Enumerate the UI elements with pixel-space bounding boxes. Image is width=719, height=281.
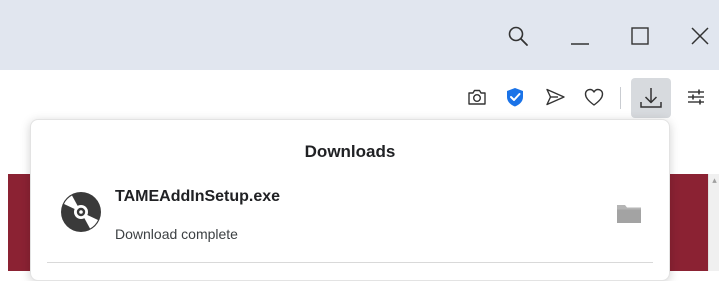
minimize-icon	[571, 43, 589, 45]
downloads-title: Downloads	[304, 142, 396, 161]
file-name[interactable]: TAMEAddInSetup.exe	[115, 188, 280, 206]
easy-setup-button[interactable]	[681, 82, 711, 112]
page-banner-right	[668, 174, 708, 271]
panel-divider	[47, 262, 653, 263]
download-item[interactable]: TAMEAddInSetup.exe Download complete	[31, 172, 669, 262]
downloads-panel: Downloads TAMEAddInSetup.exe Download co…	[30, 119, 670, 281]
minimize-button[interactable]	[562, 18, 598, 54]
search-icon	[508, 26, 528, 46]
maximize-button[interactable]	[622, 18, 658, 54]
downloads-button[interactable]	[631, 78, 671, 118]
favorites-button[interactable]	[579, 82, 609, 112]
folder-icon	[617, 205, 641, 223]
page-scrollbar[interactable]: ▴	[708, 174, 719, 271]
send-button[interactable]	[540, 82, 570, 112]
disc-icon	[61, 192, 101, 232]
download-icon	[640, 88, 662, 108]
maximize-icon	[631, 27, 649, 45]
heart-icon	[584, 88, 604, 106]
camera-icon	[468, 89, 486, 105]
send-icon	[546, 88, 565, 106]
vpn-shield-button[interactable]	[500, 82, 530, 112]
scroll-up-icon[interactable]: ▴	[710, 176, 719, 185]
page-banner-left	[8, 174, 32, 271]
title-bar	[0, 0, 719, 70]
show-in-folder-button[interactable]	[611, 198, 647, 228]
settings-sliders-icon	[688, 89, 704, 105]
search-button[interactable]	[500, 18, 536, 54]
close-icon	[691, 27, 709, 45]
download-status: Download complete	[115, 226, 238, 242]
close-button[interactable]	[682, 18, 718, 54]
shield-icon	[507, 88, 523, 107]
snapshot-button[interactable]	[462, 82, 492, 112]
toolbar-separator	[620, 87, 621, 109]
